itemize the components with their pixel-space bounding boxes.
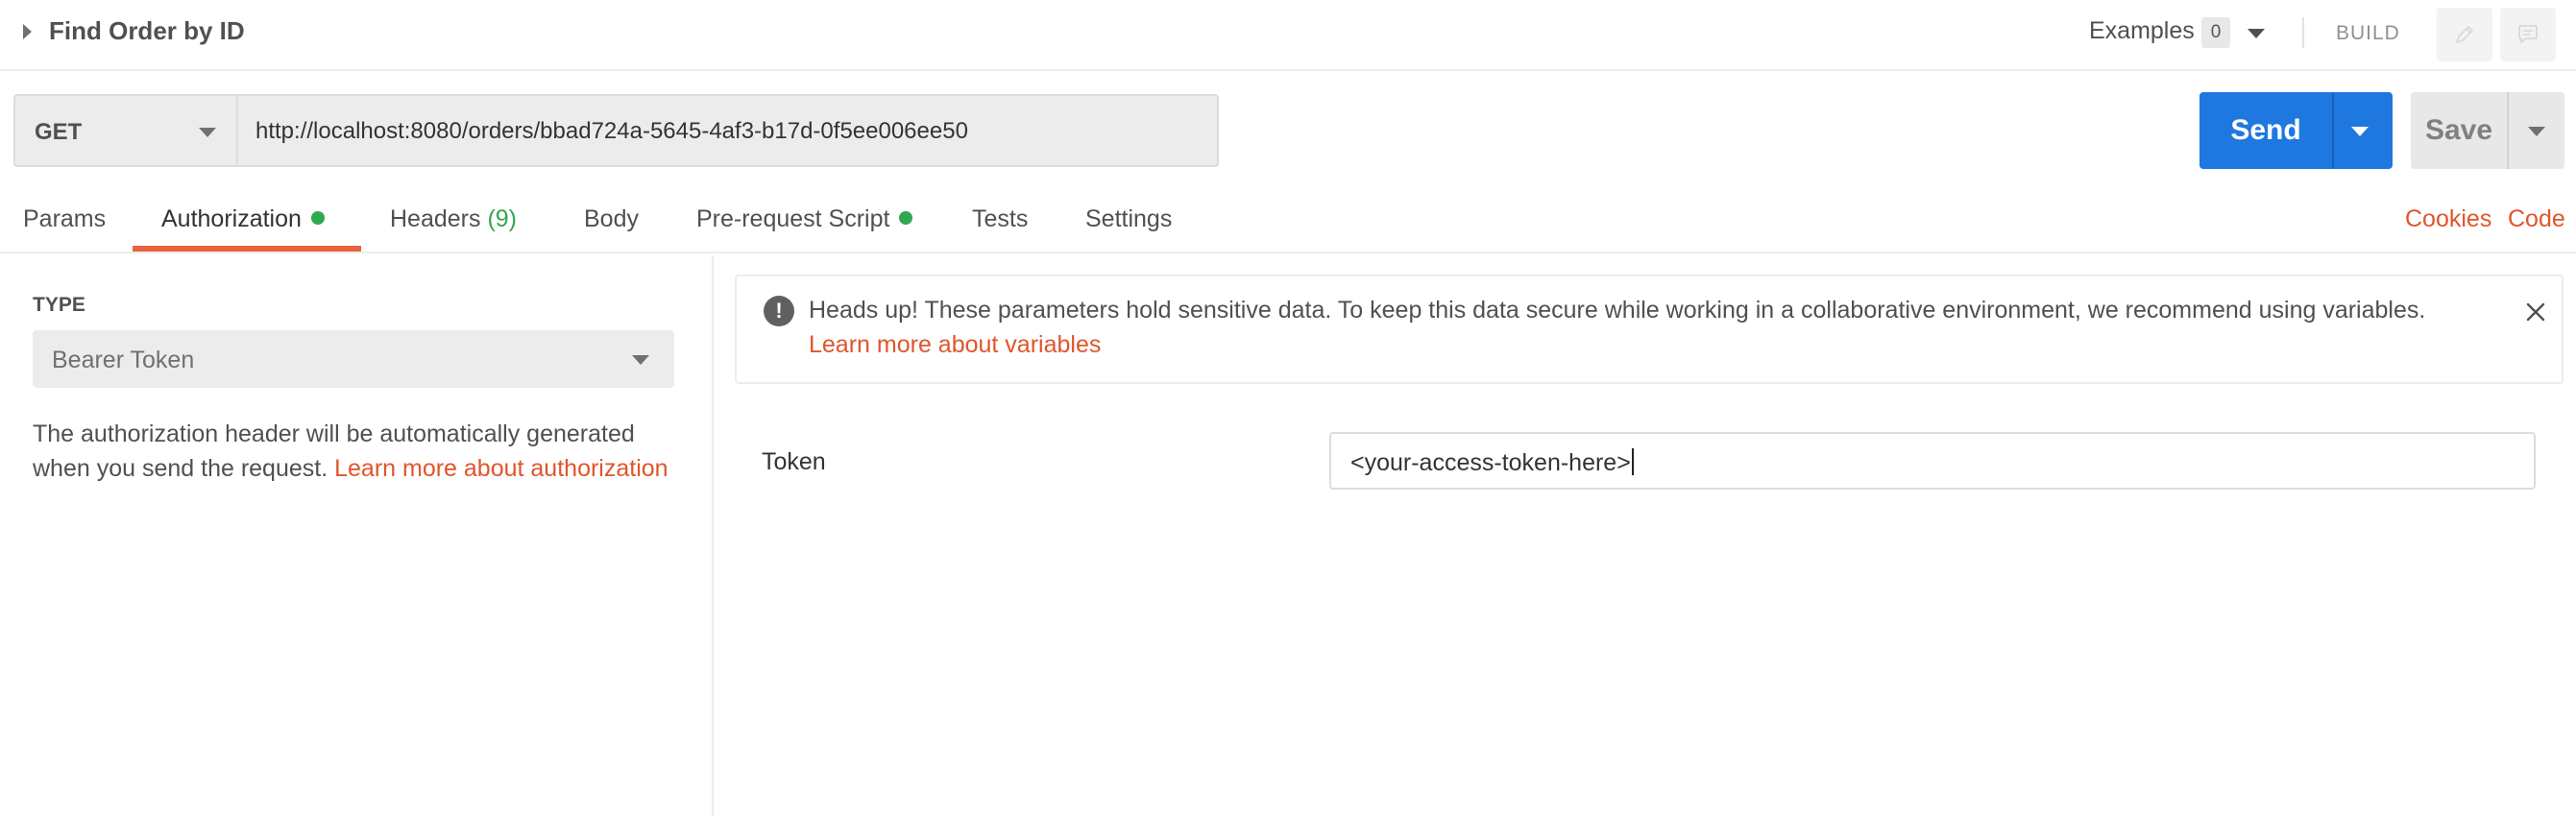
send-button-group: Send — [2199, 92, 2393, 169]
warning-icon: ! — [764, 296, 794, 326]
close-icon[interactable] — [2523, 300, 2548, 324]
tab-settings[interactable]: Settings — [1085, 205, 1172, 233]
method-chevron-down-icon — [199, 128, 216, 137]
save-button[interactable]: Save — [2411, 92, 2507, 169]
token-label: Token — [762, 448, 826, 475]
save-options-chevron-down-icon[interactable] — [2528, 127, 2545, 136]
tab-params[interactable]: Params — [23, 205, 106, 233]
send-button[interactable]: Send — [2199, 92, 2332, 169]
send-options-chevron-down-icon[interactable] — [2351, 127, 2369, 136]
request-title-bar: Find Order by ID Examples 0 BUILD — [0, 0, 2576, 71]
comment-icon — [2518, 25, 2538, 43]
tab-headers-label: Headers — [390, 205, 481, 232]
auth-type-select[interactable]: Bearer Token — [33, 330, 674, 388]
learn-more-variables-link[interactable]: Learn more about variables — [809, 331, 1101, 359]
tab-settings-label: Settings — [1085, 205, 1173, 232]
pre-request-status-dot — [899, 211, 913, 225]
code-link[interactable]: Code — [2508, 205, 2565, 233]
build-mode-label[interactable]: BUILD — [2336, 22, 2400, 45]
cookies-link[interactable]: Cookies — [2405, 205, 2491, 233]
sensitive-data-notice: ! Heads up! These parameters hold sensit… — [735, 275, 2564, 384]
tab-tests-label: Tests — [972, 205, 1029, 232]
tab-authorization-label: Authorization — [161, 205, 302, 232]
tab-headers[interactable]: Headers (9) — [390, 205, 517, 233]
tab-body[interactable]: Body — [584, 205, 639, 233]
notice-text: Heads up! These parameters hold sensitiv… — [809, 297, 2426, 324]
auth-description: The authorization header will be automat… — [33, 417, 686, 486]
auth-type-label: TYPE — [33, 294, 85, 316]
text-cursor — [1631, 448, 1634, 475]
tab-params-label: Params — [23, 205, 107, 232]
http-method-select[interactable]: GET — [13, 94, 236, 167]
pencil-icon — [2456, 26, 2473, 43]
token-value-text: <your-access-token-here> — [1350, 449, 1631, 476]
url-value: http://localhost:8080/orders/bbad724a-56… — [255, 118, 968, 144]
tab-pre-request-script[interactable]: Pre-request Script — [696, 205, 913, 233]
examples-count-badge: 0 — [2201, 17, 2230, 48]
token-input[interactable]: <your-access-token-here> — [1329, 432, 2536, 490]
auth-type-chevron-down-icon — [632, 355, 649, 365]
tab-authorization[interactable]: Authorization — [161, 205, 325, 233]
comments-button[interactable] — [2500, 8, 2556, 61]
auth-type-value: Bearer Token — [52, 347, 195, 373]
examples-dropdown-label[interactable]: Examples — [2089, 17, 2195, 45]
active-tab-indicator — [133, 246, 361, 252]
examples-chevron-down-icon[interactable] — [2248, 29, 2265, 38]
tab-pre-request-script-label: Pre-request Script — [696, 205, 890, 232]
collapse-caret-icon[interactable] — [23, 24, 32, 39]
tab-tests[interactable]: Tests — [972, 205, 1028, 233]
http-method-value: GET — [35, 119, 83, 145]
titlebar-divider — [2302, 17, 2304, 48]
headers-count: (9) — [487, 205, 518, 232]
request-tabs: Params Authorization Headers (9) Body Pr… — [0, 192, 2576, 253]
auth-type-pane: TYPE Bearer Token The authorization head… — [0, 255, 714, 816]
tab-body-label: Body — [584, 205, 639, 232]
edit-mode-button[interactable] — [2437, 8, 2492, 61]
save-button-group: Save — [2411, 92, 2564, 169]
token-value: <your-access-token-here> — [1350, 448, 1634, 477]
authorization-status-dot — [310, 211, 325, 225]
send-divider — [2332, 92, 2334, 169]
request-name[interactable]: Find Order by ID — [49, 16, 245, 46]
url-input[interactable]: http://localhost:8080/orders/bbad724a-56… — [236, 94, 1219, 167]
learn-more-authorization-link[interactable]: Learn more about authorization — [334, 455, 668, 482]
save-divider — [2507, 92, 2509, 169]
